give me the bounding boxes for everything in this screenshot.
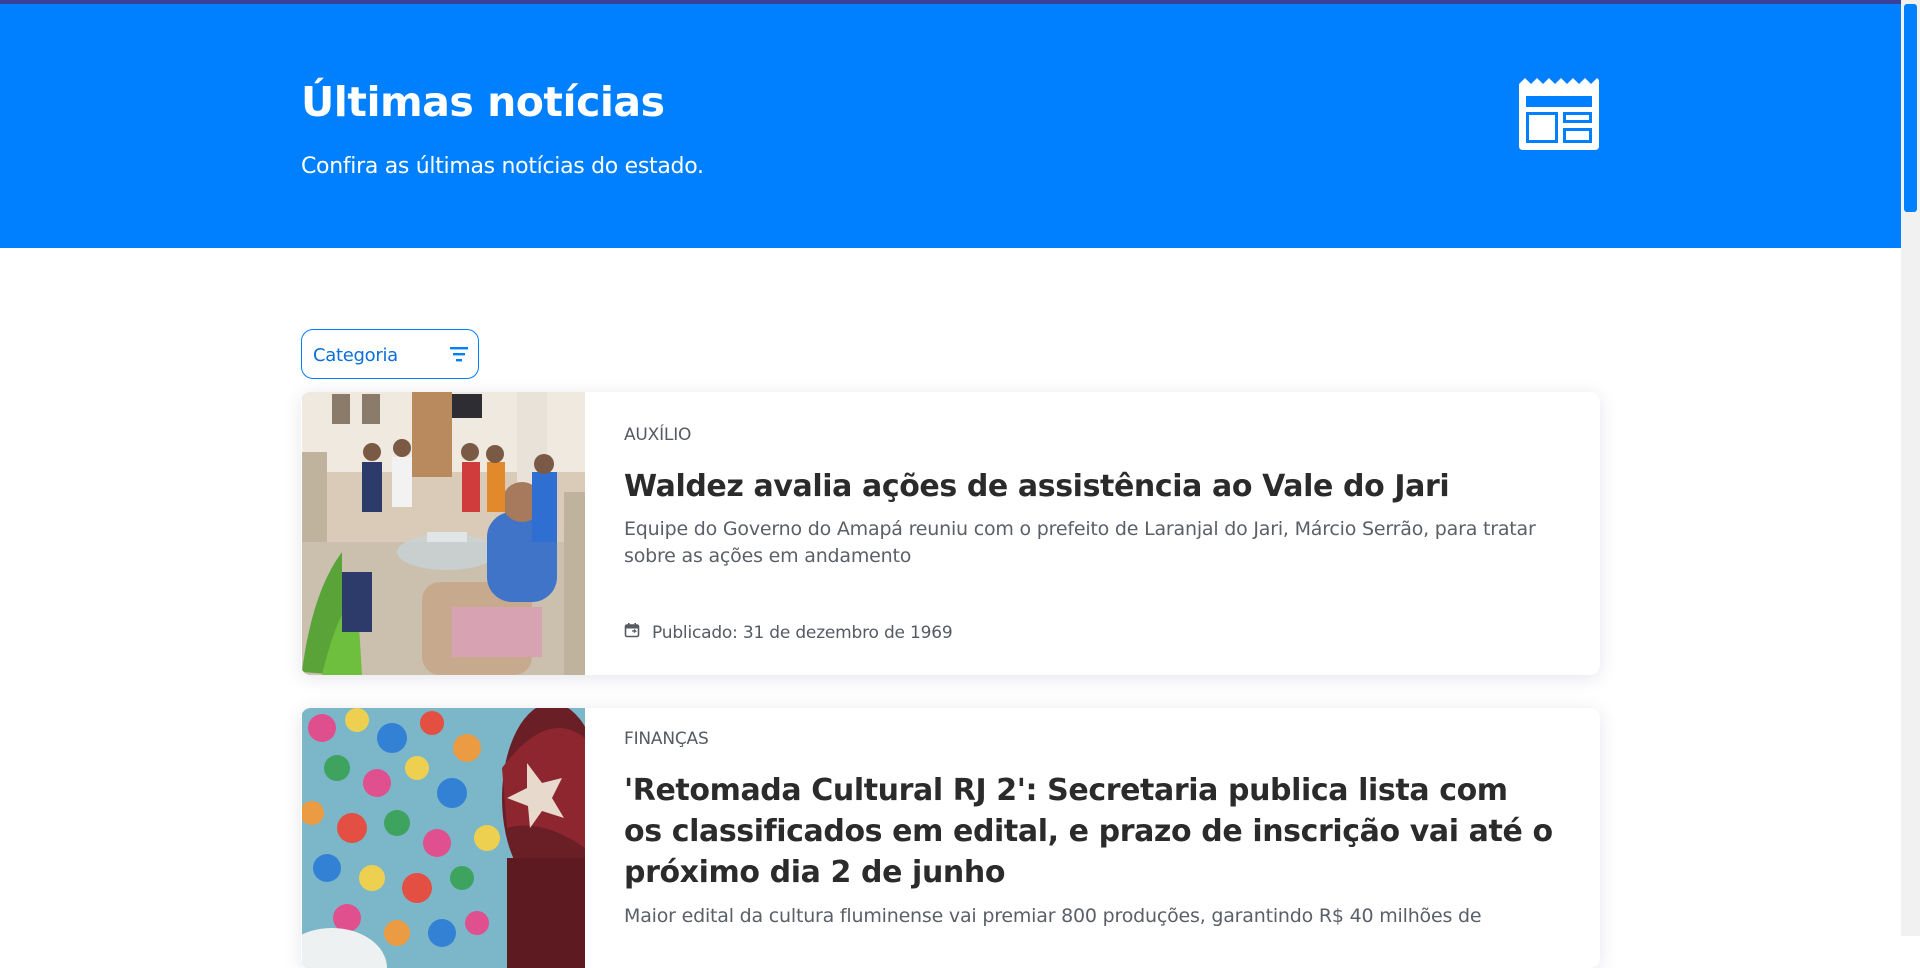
news-card[interactable]: FINANÇAS 'Retomada Cultural RJ 2': Secre…: [301, 708, 1600, 968]
page-subtitle: Confira as últimas notícias do estado.: [301, 154, 704, 179]
news-date-text: Publicado: 31 de dezembro de 1969: [652, 622, 953, 643]
page-scrollbar[interactable]: [1901, 0, 1920, 936]
page-header: Últimas notícias Confira as últimas notí…: [0, 4, 1901, 248]
filter-icon: [448, 345, 470, 363]
news-description: Maior edital da cultura fluminense vai p…: [624, 905, 1482, 927]
news-thumbnail[interactable]: [302, 392, 585, 675]
news-card[interactable]: AUXÍLIO Waldez avalia ações de assistênc…: [301, 392, 1600, 675]
category-filter-button[interactable]: Categoria: [301, 329, 479, 379]
scrollbar-thumb[interactable]: [1904, 4, 1917, 212]
news-date: Publicado: 31 de dezembro de 1969: [624, 622, 953, 643]
news-title[interactable]: Waldez avalia ações de assistência ao Va…: [624, 466, 1554, 507]
newspaper-icon: [1517, 76, 1601, 152]
news-title[interactable]: 'Retomada Cultural RJ 2': Secretaria pub…: [624, 770, 1554, 893]
news-category: FINANÇAS: [624, 729, 709, 749]
calendar-icon: [624, 622, 640, 643]
news-category: AUXÍLIO: [624, 425, 692, 445]
news-thumbnail[interactable]: [302, 708, 585, 968]
page-title: Últimas notícias: [301, 78, 665, 126]
category-filter-label: Categoria: [313, 345, 398, 366]
news-description: Equipe do Governo do Amapá reuniu com o …: [624, 518, 1536, 567]
